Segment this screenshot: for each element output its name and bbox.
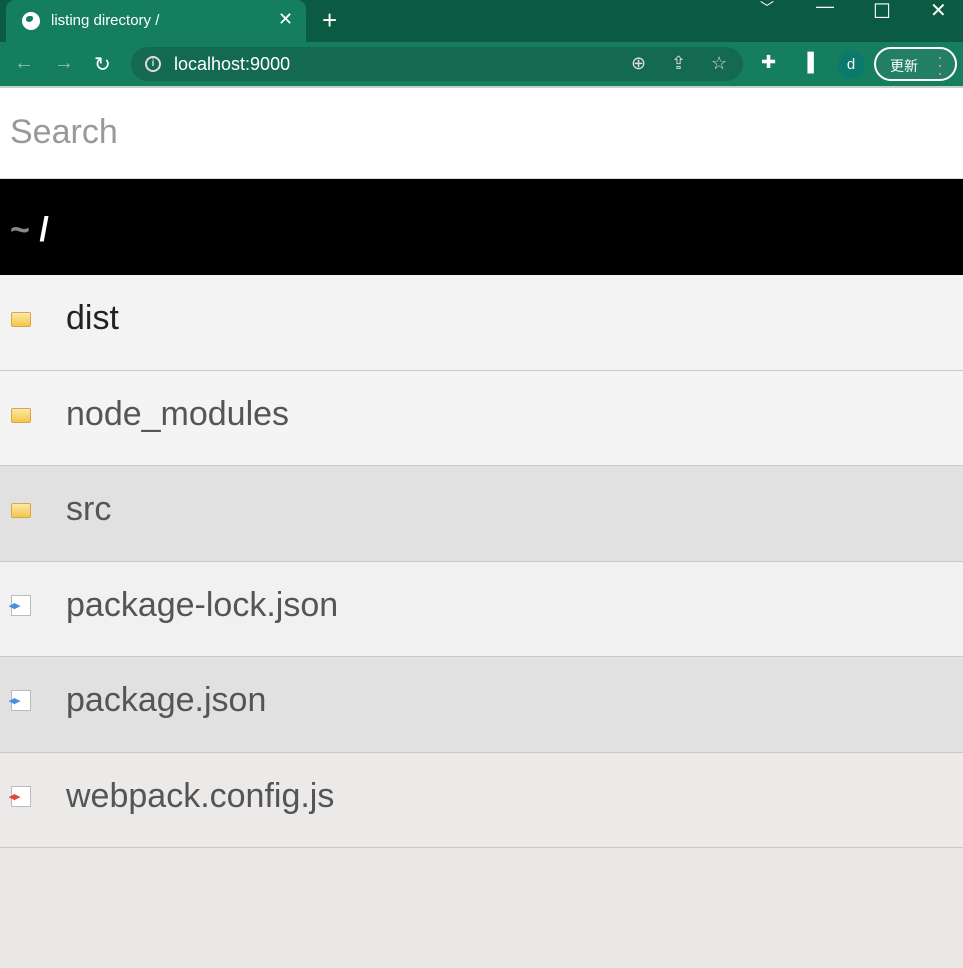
tab-strip: listing directory / ✕ + ﹀ — ☐ ✕	[0, 0, 963, 42]
star-icon[interactable]: ☆	[711, 53, 727, 74]
file-row[interactable]: dist	[0, 275, 963, 371]
zoom-icon[interactable]: ⊕	[631, 53, 646, 74]
breadcrumb-root[interactable]: /	[39, 211, 48, 249]
code-file-icon: ◂▸	[9, 690, 31, 711]
close-tab-icon[interactable]: ✕	[278, 9, 293, 30]
file-list: dist node_modules src ◂▸ package-lock.json ◂▸…	[0, 275, 963, 848]
file-row[interactable]: ◂▸ package-lock.json	[0, 561, 963, 657]
file-name[interactable]: node_modules	[66, 395, 289, 434]
browser-tab[interactable]: listing directory / ✕	[6, 0, 306, 42]
info-icon[interactable]: i	[145, 56, 161, 72]
reload-button[interactable]: ↻	[94, 52, 111, 77]
file-row[interactable]: src	[0, 466, 963, 562]
avatar[interactable]: d	[837, 51, 865, 79]
file-row[interactable]: node_modules	[0, 370, 963, 466]
breadcrumb-home[interactable]: ~	[10, 211, 30, 249]
file-name[interactable]: webpack.config.js	[66, 777, 334, 816]
search-input[interactable]	[10, 88, 953, 176]
new-tab-button[interactable]: +	[322, 5, 337, 36]
file-name[interactable]: dist	[66, 299, 119, 338]
folder-icon	[11, 503, 31, 518]
file-row[interactable]: ◂▸ package.json	[0, 657, 963, 753]
update-button[interactable]: 更新 · · ·	[874, 47, 957, 82]
code-file-icon: ◂▸	[9, 594, 31, 616]
folder-icon	[11, 407, 31, 423]
tab-title: listing directory /	[51, 12, 160, 29]
forward-button[interactable]: →	[54, 52, 74, 75]
menu-icon[interactable]: · · ·	[937, 48, 943, 82]
close-window-button[interactable]: ✕	[930, 0, 947, 23]
update-label: 更新	[890, 58, 918, 74]
extensions-icon[interactable]: ✚	[761, 52, 776, 73]
search-bar	[0, 88, 963, 179]
share-icon[interactable]: ⇪	[671, 53, 686, 74]
minimize-button[interactable]: —	[816, 0, 834, 17]
folder-icon	[11, 312, 31, 327]
file-name[interactable]: package.json	[66, 681, 266, 720]
url-text: localhost:9000	[174, 54, 291, 74]
browser-toolbar: ← → ↻ i localhost:9000 ⊕ ⇪ ☆ ✚ ▐	[0, 42, 963, 88]
file-name[interactable]: package-lock.json	[66, 586, 338, 625]
file-row[interactable]: ◂▸ webpack.config.js	[0, 752, 963, 848]
side-panel-icon[interactable]: ▐	[801, 52, 814, 73]
breadcrumb: ~ /	[0, 179, 963, 275]
tab-search-icon[interactable]: ﹀	[760, 0, 774, 18]
code-file-icon: ◂▸	[9, 785, 31, 807]
address-bar[interactable]: i localhost:9000 ⊕ ⇪ ☆	[131, 47, 743, 81]
maximize-button[interactable]: ☐	[873, 0, 891, 24]
globe-icon	[22, 12, 40, 30]
file-name[interactable]: src	[66, 490, 111, 529]
back-button[interactable]: ←	[14, 52, 34, 75]
